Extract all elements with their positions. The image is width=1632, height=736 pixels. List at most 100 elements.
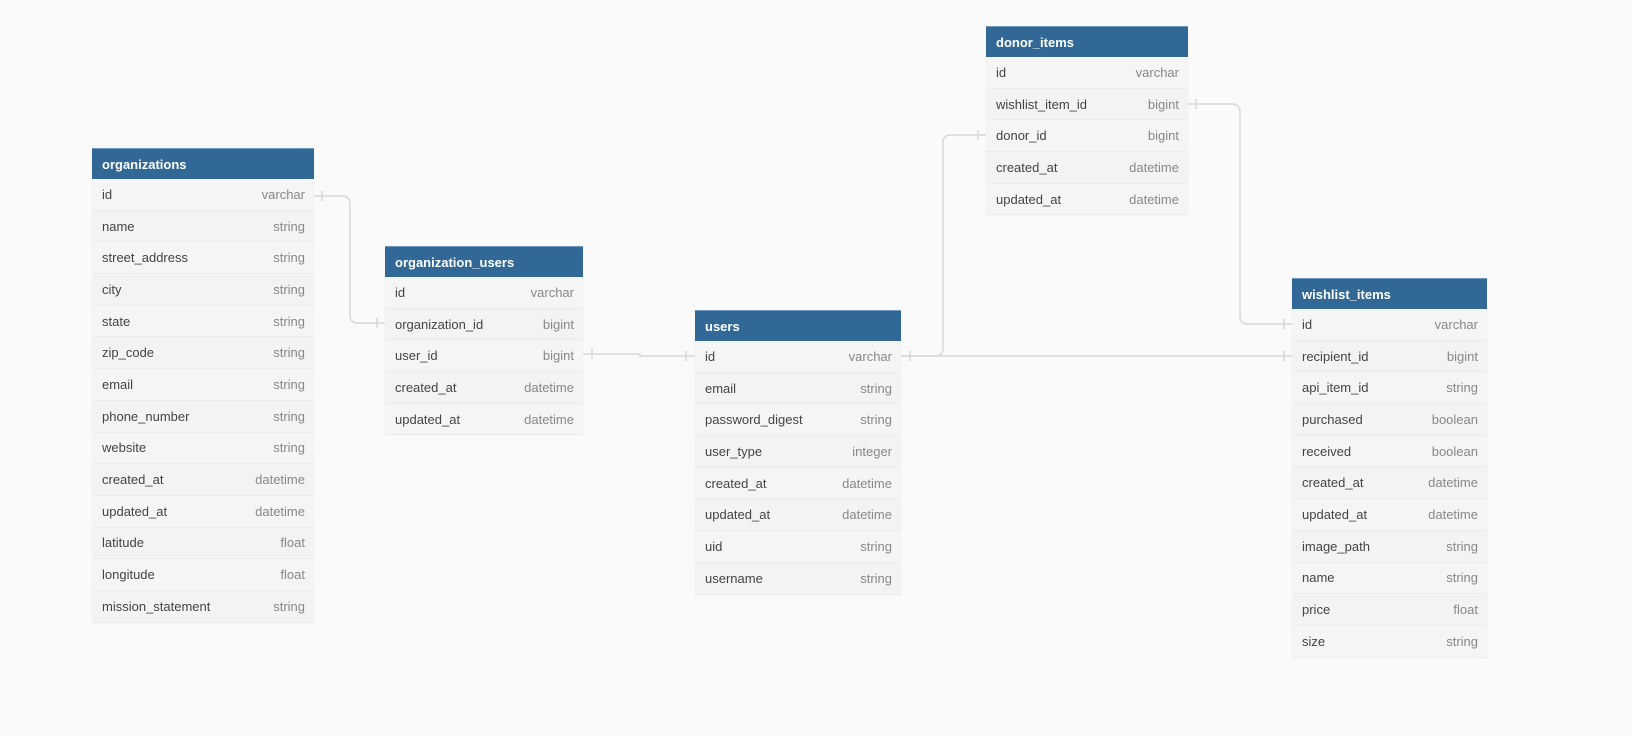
field-name: name xyxy=(102,218,135,234)
field-name: id xyxy=(996,64,1007,80)
field-type: bigint xyxy=(542,348,574,364)
field-row[interactable]: updated_at datetime xyxy=(1292,499,1487,531)
field-row[interactable]: image_path string xyxy=(1292,531,1487,563)
field-row[interactable]: created_at datetime xyxy=(1292,467,1487,500)
field-row[interactable]: donor_id bigint xyxy=(986,120,1188,153)
field-row[interactable]: website string xyxy=(92,432,314,465)
field-row[interactable]: name string xyxy=(1292,562,1487,595)
field-type: varchar xyxy=(848,348,892,364)
table-organizations[interactable]: organizations id varchar name string street_a… xyxy=(92,148,314,623)
field-row[interactable]: phone_number string xyxy=(92,401,314,433)
field-row[interactable]: id varchar xyxy=(986,57,1188,89)
field-name: image_path xyxy=(1302,538,1370,554)
field-name: purchased xyxy=(1302,411,1363,427)
field-type: datetime xyxy=(1428,506,1478,522)
field-name: api_item_id xyxy=(1302,380,1369,396)
field-type: integer xyxy=(852,443,892,459)
field-row[interactable]: password_digest string xyxy=(695,404,901,437)
field-type: string xyxy=(860,380,892,396)
field-row[interactable]: street_address string xyxy=(92,242,314,275)
field-type: string xyxy=(860,538,892,554)
field-name: name xyxy=(1302,570,1335,586)
table-header[interactable]: organization_users xyxy=(385,246,583,277)
field-row[interactable]: wishlist_item_id bigint xyxy=(986,89,1188,121)
field-type: string xyxy=(273,313,305,329)
field-row[interactable]: name string xyxy=(92,211,314,243)
field-name: wishlist_item_id xyxy=(996,96,1088,112)
field-row[interactable]: api_item_id string xyxy=(1292,372,1487,405)
link-users-donor-items xyxy=(901,134,986,357)
table-header[interactable]: donor_items xyxy=(986,26,1188,57)
field-row[interactable]: organization_id bigint xyxy=(385,309,583,341)
field-type: string xyxy=(1446,380,1478,396)
field-row[interactable]: email string xyxy=(695,373,901,405)
field-name: state xyxy=(102,313,131,329)
field-name: updated_at xyxy=(1302,506,1368,522)
field-name: donor_id xyxy=(996,128,1047,144)
field-row[interactable]: state string xyxy=(92,305,314,338)
field-type: float xyxy=(1453,602,1478,618)
field-type: string xyxy=(1446,570,1478,586)
field-name: size xyxy=(1302,633,1326,649)
link-organizations-organization-users xyxy=(314,195,385,324)
field-row[interactable]: id varchar xyxy=(385,277,583,309)
field-row[interactable]: uid string xyxy=(695,531,901,563)
field-row[interactable]: created_at datetime xyxy=(695,467,901,500)
table-wishlist-items[interactable]: wishlist_items id varchar recipient_id bigin… xyxy=(1292,278,1487,658)
field-type: boolean xyxy=(1431,443,1478,459)
table-donor-items[interactable]: donor_items id varchar wishlist_item_id bigi… xyxy=(986,26,1188,216)
field-row[interactable]: zip_code string xyxy=(92,337,314,370)
field-name: id xyxy=(705,348,716,364)
field-row[interactable]: size string xyxy=(1292,625,1487,658)
table-organization-users[interactable]: organization_users id varchar organization_… xyxy=(385,246,583,436)
field-row[interactable]: price float xyxy=(1292,594,1487,626)
field-row[interactable]: user_type integer xyxy=(695,436,901,468)
field-type: bigint xyxy=(1147,128,1179,144)
field-row[interactable]: longitude float xyxy=(92,559,314,591)
table-header[interactable]: users xyxy=(695,310,901,341)
field-name: user_type xyxy=(705,443,763,459)
field-type: string xyxy=(860,412,892,428)
field-name: created_at xyxy=(395,379,457,395)
field-row[interactable]: user_id bigint xyxy=(385,340,583,373)
field-name: recipient_id xyxy=(1302,348,1369,364)
field-row[interactable]: updated_at datetime xyxy=(385,403,583,436)
field-type: datetime xyxy=(524,411,574,427)
field-type: datetime xyxy=(842,507,892,523)
field-type: boolean xyxy=(1431,411,1478,427)
field-row[interactable]: created_at datetime xyxy=(986,152,1188,184)
field-row[interactable]: created_at datetime xyxy=(92,464,314,496)
field-row[interactable]: id varchar xyxy=(695,341,901,373)
field-type: string xyxy=(273,250,305,266)
field-row[interactable]: recipient_id bigint xyxy=(1292,341,1487,373)
field-row[interactable]: received boolean xyxy=(1292,435,1487,468)
field-row[interactable]: email string xyxy=(92,369,314,401)
field-row[interactable]: latitude float xyxy=(92,528,314,560)
field-name: mission_statement xyxy=(102,598,211,614)
field-row[interactable]: city string xyxy=(92,274,314,306)
field-type: string xyxy=(273,408,305,424)
field-name: email xyxy=(102,376,134,392)
field-name: street_address xyxy=(102,250,188,266)
field-row[interactable]: updated_at datetime xyxy=(695,499,901,532)
field-row[interactable]: updated_at datetime xyxy=(986,183,1188,216)
field-name: updated_at xyxy=(996,191,1062,207)
table-users[interactable]: users id varchar email string password_digest… xyxy=(695,310,901,595)
field-row[interactable]: id varchar xyxy=(1292,309,1487,341)
field-row[interactable]: updated_at datetime xyxy=(92,495,314,528)
field-type: bigint xyxy=(542,316,574,332)
field-type: float xyxy=(280,567,305,583)
field-row[interactable]: created_at datetime xyxy=(385,372,583,404)
field-type: string xyxy=(273,218,305,234)
field-name: id xyxy=(102,186,113,202)
field-type: string xyxy=(273,345,305,361)
field-row[interactable]: id varchar xyxy=(92,179,314,211)
field-type: string xyxy=(860,570,892,586)
field-type: datetime xyxy=(1428,475,1478,491)
field-row[interactable]: username string xyxy=(695,563,901,595)
table-header[interactable]: wishlist_items xyxy=(1292,278,1487,309)
field-type: bigint xyxy=(1147,96,1179,112)
field-row[interactable]: purchased boolean xyxy=(1292,404,1487,436)
field-row[interactable]: mission_statement string xyxy=(92,591,314,623)
table-header[interactable]: organizations xyxy=(92,148,314,179)
